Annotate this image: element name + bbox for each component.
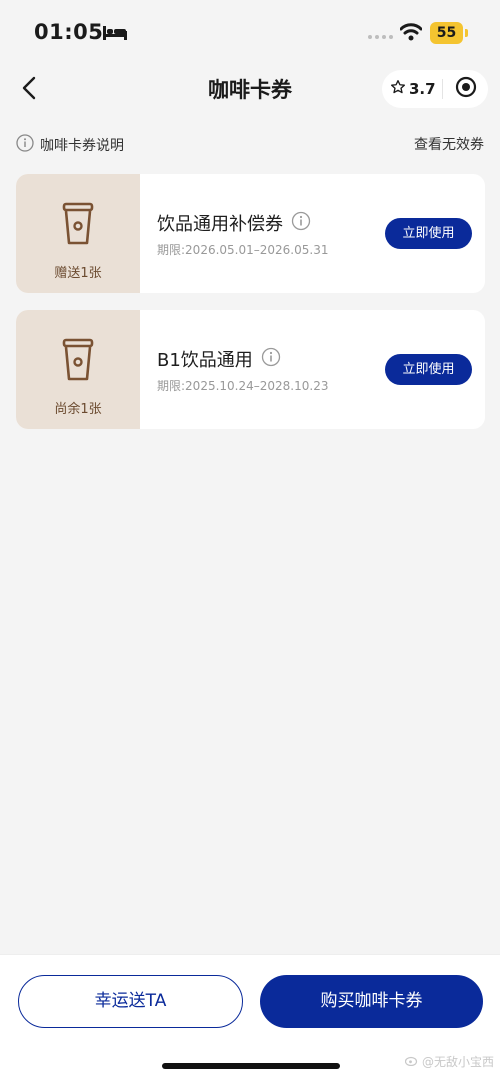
- battery-tip: [465, 29, 468, 37]
- coupon-explain-link[interactable]: 咖啡卡券说明: [16, 134, 124, 156]
- coupon-explain-label: 咖啡卡券说明: [40, 138, 124, 154]
- battery-indicator: 55: [430, 22, 463, 44]
- buy-coupon-button[interactable]: 购买咖啡卡券: [260, 975, 483, 1028]
- rating-value: 3.7: [409, 80, 436, 98]
- info-row: 咖啡卡券说明 查看无效券: [0, 132, 500, 156]
- coffee-cup-icon: [61, 338, 95, 386]
- coupon-count: 尚余1张: [54, 402, 102, 417]
- use-now-button[interactable]: 立即使用: [385, 354, 472, 385]
- status-bar: 01:05 55: [0, 0, 500, 66]
- coupon-name: B1饮品通用: [157, 346, 281, 372]
- coupon-card: 赠送1张 饮品通用补偿券 期限:2026.05.01–2026.05.31 立即…: [16, 174, 485, 293]
- home-indicator: [162, 1063, 340, 1069]
- signal-dots: [368, 35, 393, 39]
- target-icon: [455, 76, 477, 102]
- coupon-name-text: 饮品通用补偿券: [157, 214, 283, 235]
- coupon-card: 尚余1张 B1饮品通用 期限:2025.10.24–2028.10.23 立即使…: [16, 310, 485, 429]
- coupon-validity: 期限:2025.10.24–2028.10.23: [157, 379, 329, 393]
- bed-icon: [103, 24, 127, 44]
- info-icon[interactable]: [291, 211, 311, 236]
- mini-program-capsule: 3.7: [382, 70, 488, 108]
- coffee-cup-icon: [61, 202, 95, 250]
- coupon-stub: 赠送1张: [16, 174, 140, 293]
- rating-button[interactable]: 3.7: [382, 79, 442, 99]
- nav-bar: 咖啡卡券 3.7: [0, 66, 500, 116]
- coupon-perforation: [136, 174, 144, 293]
- gift-button[interactable]: 幸运送TA: [18, 975, 243, 1028]
- star-icon: [390, 79, 406, 99]
- status-time: 01:05: [34, 20, 104, 44]
- watermark: @无敌小宝西: [404, 1053, 495, 1070]
- coupon-validity: 期限:2026.05.01–2026.05.31: [157, 243, 329, 257]
- coupon-name: 饮品通用补偿券: [157, 210, 311, 236]
- info-icon[interactable]: [261, 347, 281, 372]
- coupon-name-text: B1饮品通用: [157, 350, 253, 371]
- bottom-action-bar: 幸运送TA 购买咖啡卡券 @无敌小宝西: [0, 954, 500, 1080]
- use-now-button[interactable]: 立即使用: [385, 218, 472, 249]
- coupon-stub: 尚余1张: [16, 310, 140, 429]
- wifi-icon: [399, 23, 423, 45]
- weibo-icon: [404, 1054, 419, 1069]
- info-icon: [16, 134, 34, 156]
- coupon-count: 赠送1张: [54, 266, 102, 281]
- watermark-text: @无敌小宝西: [422, 1055, 495, 1069]
- close-mini-program-button[interactable]: [443, 76, 488, 102]
- coupon-perforation: [136, 310, 144, 429]
- view-invalid-coupons-link[interactable]: 查看无效券: [414, 134, 484, 154]
